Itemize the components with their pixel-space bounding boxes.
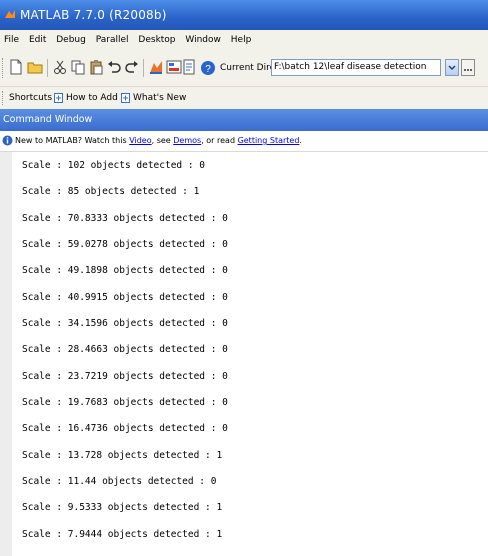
browse-folder-button[interactable] [461,59,475,76]
menu-debug[interactable]: Debug [56,30,86,50]
output-line: Scale : 28.4663 objects detected : 0 [22,344,228,355]
shortcut-icon [121,93,130,103]
output-line: Scale : 13.728 objects detected : 1 [22,450,223,461]
output-line: Scale : 16.4736 objects detected : 0 [22,423,228,434]
menu-help[interactable]: Help [231,30,252,50]
profiler-icon[interactable] [181,59,197,75]
title-bar: MATLAB 7.7.0 (R2008b) [0,0,488,30]
output-line: Scale : 34.1596 objects detected : 0 [22,318,228,329]
output-line: Scale : 70.8333 objects detected : 0 [22,213,228,224]
info-icon [2,135,13,146]
menu-parallel[interactable]: Parallel [96,30,129,50]
window-title: MATLAB 7.7.0 (R2008b) [20,8,167,22]
undo-icon[interactable] [106,59,122,75]
menu-edit[interactable]: Edit [29,30,46,50]
console-gutter [0,152,12,556]
toolbar-separator [47,59,48,77]
output-line: Scale : 7.9444 objects detected : 1 [22,529,223,540]
shortcuts-label: Shortcuts [9,93,53,103]
info-prefix: New to MATLAB? Watch this [15,136,130,145]
output-line: Scale : 23.7219 objects detected : 0 [22,371,228,382]
command-window-output[interactable]: Scale : 102 objects detected : 0 Scale :… [0,152,488,556]
matlab-logo-icon [5,10,15,18]
shortcut-icon [54,93,63,103]
shortcuts-grip[interactable] [2,91,6,105]
output-line: Scale : 40.9915 objects detected : 0 [22,292,228,303]
new-file-icon[interactable] [8,59,24,75]
cut-icon[interactable] [52,59,68,75]
info-suffix: . [299,136,302,145]
output-line: Scale : 11.44 objects detected : 0 [22,476,217,487]
info-bar: New to MATLAB? Watch this Video, see Dem… [0,131,488,152]
guide-icon[interactable] [166,59,182,75]
output-line: Scale : 102 objects detected : 0 [22,160,206,171]
ellipsis-icon [464,69,472,71]
info-mid-1: , see [151,136,174,145]
menu-window[interactable]: Window [185,30,221,50]
shortcuts-bar: Shortcuts How to Add What's New [0,87,488,109]
menu-file[interactable]: File [4,30,19,50]
video-link[interactable]: Video [129,136,151,145]
svg-text:?: ? [205,64,211,75]
copy-icon[interactable] [70,59,86,75]
current-directory-field[interactable]: F:\batch 12\leaf disease detection [271,59,441,76]
output-line: Scale : 49.1898 objects detected : 0 [22,265,228,276]
toolbar-separator [143,59,144,77]
menu-bar: File Edit Debug Parallel Desktop Window … [0,30,488,50]
info-text: New to MATLAB? Watch this Video, see Dem… [15,131,302,151]
output-line: Scale : 19.7683 objects detected : 0 [22,397,228,408]
chevron-down-icon [448,65,456,71]
toolbar-grip[interactable] [2,58,6,78]
paste-icon[interactable] [88,59,104,75]
simulink-icon[interactable] [148,59,164,75]
info-mid-2: , or read [201,136,238,145]
shortcut-whats-new[interactable]: What's New [133,87,186,109]
demos-link[interactable]: Demos [173,136,201,145]
redo-icon[interactable] [124,59,140,75]
getting-started-link[interactable]: Getting Started [238,136,300,145]
command-window-title: Command Window [3,114,93,125]
menu-desktop[interactable]: Desktop [138,30,175,50]
current-directory-dropdown[interactable] [445,59,459,76]
help-icon[interactable]: ? [200,60,216,76]
output-line: Scale : 9.5333 objects detected : 1 [22,502,223,513]
output-line: Scale : 59.0278 objects detected : 0 [22,239,228,250]
command-window-header[interactable]: Command Window [0,109,488,131]
main-toolbar: ? Current Directory: F:\batch 12\leaf di… [0,50,488,87]
output-line: Scale : 85 objects detected : 1 [22,186,200,197]
shortcut-how-to-add[interactable]: How to Add [66,87,118,109]
open-folder-icon[interactable] [27,59,43,75]
